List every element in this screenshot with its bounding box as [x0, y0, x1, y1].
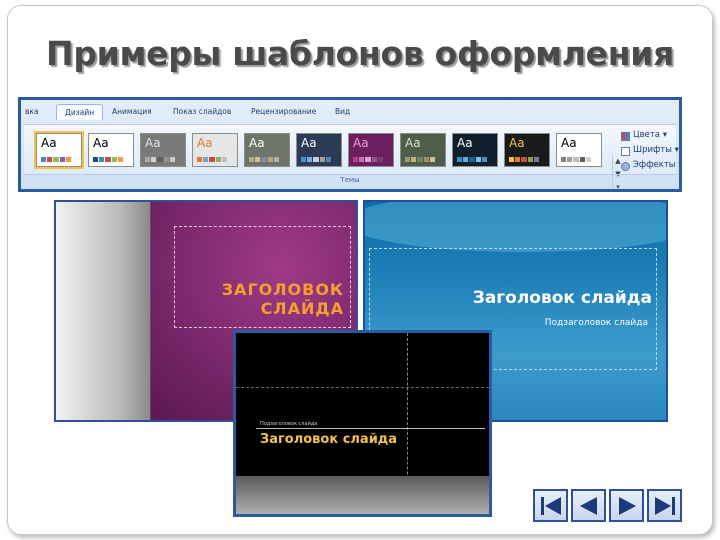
fonts-button[interactable]: Шрифты ▾ — [621, 145, 679, 160]
previous-slide-button[interactable] — [571, 489, 606, 522]
theme-thumbnail[interactable]: Aa — [400, 133, 446, 167]
theme-sample-text: Aa — [145, 136, 161, 150]
page-title: Примеры шаблонов оформления — [46, 34, 674, 73]
group-label-themes: Темы — [340, 176, 360, 184]
theme-sample-text: Aa — [561, 136, 577, 150]
preview-dark-theme: Подзаголовок слайда Заголовок слайда — [233, 330, 492, 517]
next-icon — [619, 497, 636, 515]
tab-design[interactable]: Дизайн — [56, 104, 104, 120]
theme-sample-text: Aa — [41, 136, 57, 150]
theme-thumbnail[interactable]: Aa — [348, 133, 394, 167]
previous-icon — [580, 497, 597, 515]
divider-line — [256, 428, 485, 429]
ribbon-tabs: вка Дизайн Анимация Показ слайдов Реценз… — [21, 103, 679, 125]
last-icon — [655, 497, 675, 515]
wave-decoration — [365, 202, 666, 252]
theme-sample-text: Aa — [301, 136, 317, 150]
preview-title: Заголовок слайда — [472, 288, 652, 308]
palette-icon — [621, 132, 630, 141]
theme-sample-text: Aa — [457, 136, 473, 150]
theme-thumbnail[interactable]: Aa — [296, 133, 342, 167]
theme-sample-text: Aa — [93, 136, 109, 150]
font-icon — [621, 147, 630, 156]
guide-line — [236, 387, 489, 388]
first-slide-button[interactable] — [533, 489, 568, 522]
colors-label: Цвета — [633, 130, 660, 140]
tab-animation[interactable]: Анимация — [112, 107, 152, 116]
theme-thumbnail[interactable]: Aa — [140, 133, 186, 167]
theme-sample-text: Aa — [405, 136, 421, 150]
theme-color-swatch — [561, 157, 592, 162]
ribbon: вка Дизайн Анимация Показ слайдов Реценз… — [18, 97, 682, 192]
preview-footer-band — [236, 476, 489, 514]
theme-thumbnail[interactable]: Aa — [88, 133, 134, 167]
theme-color-swatch — [301, 157, 332, 162]
theme-sample-text: Aa — [197, 136, 213, 150]
effects-button[interactable]: Эффекты ▾ — [621, 160, 679, 175]
theme-sample-text: Aa — [249, 136, 265, 150]
tab-review[interactable]: Рецензирование — [251, 107, 316, 116]
theme-color-swatch — [353, 157, 384, 162]
theme-thumbnail[interactable]: Aa — [556, 133, 602, 167]
tab-insert[interactable]: вка — [25, 107, 39, 116]
theme-thumbnail[interactable]: Aa — [504, 133, 550, 167]
preview-title: ЗАГОЛОВОК СЛАЙДА — [221, 280, 344, 318]
group-divider — [24, 174, 676, 175]
theme-thumbnail[interactable]: Aa — [452, 133, 498, 167]
preview-gray-band — [56, 202, 150, 420]
theme-thumbnail[interactable]: Aa — [192, 133, 238, 167]
theme-color-swatch — [41, 157, 72, 162]
tab-slideshow[interactable]: Показ слайдов — [173, 107, 231, 116]
next-slide-button[interactable] — [609, 489, 644, 522]
tab-view[interactable]: Вид — [335, 107, 350, 116]
last-slide-button[interactable] — [647, 489, 682, 522]
effects-icon — [621, 162, 630, 171]
theme-sample-text: Aa — [509, 136, 525, 150]
theme-thumbnail[interactable]: Aa — [34, 131, 84, 169]
preview-subtitle: Подзаголовок слайда — [544, 318, 648, 328]
theme-sample-text: Aa — [353, 136, 369, 150]
colors-button[interactable]: Цвета ▾ — [621, 130, 679, 145]
theme-color-swatch — [509, 157, 540, 162]
theme-commands: Цвета ▾ Шрифты ▾ Эффекты ▾ — [621, 130, 679, 175]
theme-color-swatch — [93, 157, 124, 162]
first-icon — [541, 497, 561, 515]
theme-color-swatch — [249, 157, 280, 162]
preview-subtitle: Подзаголовок слайда — [260, 421, 318, 427]
theme-thumbnail[interactable]: Aa — [244, 133, 290, 167]
fonts-label: Шрифты — [633, 145, 672, 155]
theme-color-swatch — [145, 157, 176, 162]
theme-color-swatch — [197, 157, 228, 162]
theme-color-swatch — [405, 157, 436, 162]
theme-color-swatch — [457, 157, 488, 162]
theme-gallery: Aa Aa Aa Aa Aa Aa Aa Aa Aa Aa Aa ▲ ▼ ▾ — [24, 124, 676, 189]
effects-label: Эффекты — [633, 160, 676, 170]
preview-title: Заголовок слайда — [260, 432, 398, 447]
